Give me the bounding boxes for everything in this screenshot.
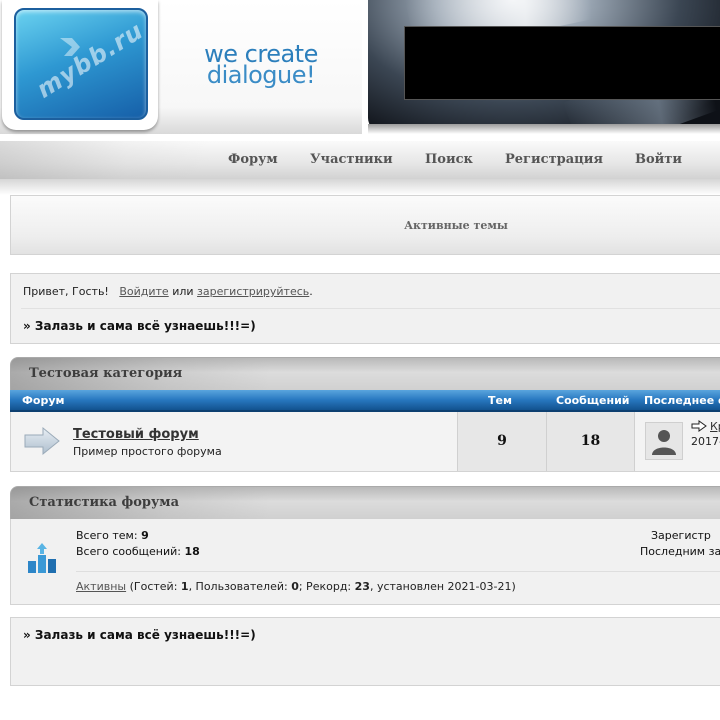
main-nav: Форум Участники Поиск Регистрация Войти <box>0 140 720 180</box>
users-count: 0 <box>291 580 299 593</box>
statistics-chart-icon <box>28 543 56 573</box>
stats-header: Статистика форума <box>10 486 720 519</box>
forum-arrow-icon <box>24 426 60 456</box>
nav-decoration <box>0 141 210 179</box>
last-post-date: 2017- <box>691 435 720 448</box>
stat-total-topics: Всего тем: 9 <box>76 529 149 542</box>
column-topics: Тем <box>488 394 512 407</box>
active-topics-box: Активные темы <box>10 195 720 255</box>
category-header: Тестовая категория <box>10 357 720 390</box>
record-date: , установлен 2021-03-21) <box>369 580 516 593</box>
forum-topics-count: 9 <box>457 412 546 471</box>
user-silhouette-icon <box>652 430 676 455</box>
nav-members[interactable]: Участники <box>310 152 393 167</box>
avatar <box>645 422 683 460</box>
register-link[interactable]: зарегистрируйтесь <box>197 285 309 298</box>
go-to-post-icon[interactable] <box>691 420 707 432</box>
period-text: . <box>309 285 313 298</box>
stats-title: Статистика форума <box>29 495 179 510</box>
column-forum: Форум <box>22 394 65 407</box>
guests-count: 1 <box>180 580 189 593</box>
stat-value: 9 <box>141 529 149 542</box>
last-post-author-link[interactable]: Кр <box>710 420 720 433</box>
nav-search[interactable]: Поиск <box>425 152 473 167</box>
header-banner <box>368 0 720 132</box>
stat-total-posts: Всего сообщений: 18 <box>76 545 200 558</box>
logo-frame: mybb.ru <box>2 0 158 130</box>
stat-label: Всего тем: <box>76 529 138 542</box>
nav-separator <box>0 179 720 195</box>
column-last-post: Последнее с <box>644 394 720 407</box>
category-title[interactable]: Тестовая категория <box>29 366 182 381</box>
nav-register[interactable]: Регистрация <box>505 152 603 167</box>
stat-label: Всего сообщений: <box>76 545 181 558</box>
divider <box>21 308 720 309</box>
active-topics-link[interactable]: Активные темы <box>11 219 720 232</box>
forum-table-header: Форум Тем Сообщений Последнее с <box>10 390 720 412</box>
users-label: , Пользователей: <box>188 580 288 593</box>
stat-registered: Зарегистр <box>651 529 711 542</box>
nav-forum[interactable]: Форум <box>228 152 278 167</box>
stat-last-registered: Последним за <box>640 545 720 558</box>
forum-description: Пример простого форума <box>73 445 222 458</box>
divider <box>76 571 720 572</box>
greeting-text: Привет, Гость! <box>23 285 109 298</box>
nav-login[interactable]: Войти <box>635 152 682 167</box>
welcome-box: Привет, Гость! Войдите или зарегистрируй… <box>10 273 720 344</box>
stat-value: 18 <box>184 545 200 558</box>
stats-box: Всего тем: 9 Всего сообщений: 18 Зарегис… <box>10 519 720 605</box>
welcome-line: Привет, Гость! Войдите или зарегистрируй… <box>23 285 313 298</box>
announcement-text: » Залазь и сама всё узнаешь!!!=) <box>23 628 256 642</box>
column-posts: Сообщений <box>556 394 630 407</box>
online-stats: Активны (Гостей: 1, Пользователей: 0; Ре… <box>76 580 516 593</box>
forum-row: Тестовый форум Пример простого форума 9 … <box>10 412 720 472</box>
tagline: we create dialogue! <box>196 42 326 89</box>
forum-posts-count: 18 <box>546 412 634 471</box>
last-post-cell: Кр 2017- <box>634 412 720 471</box>
banner-screen <box>404 26 720 100</box>
record-count: 23 <box>354 580 370 593</box>
record-label: ; Рекорд: <box>298 580 352 593</box>
site-header: mybb.ru we create dialogue! <box>0 0 720 140</box>
logo-panel: mybb.ru we create dialogue! <box>0 0 362 134</box>
guests-label: (Гостей: <box>129 580 178 593</box>
forum-title-link[interactable]: Тестовый форум <box>73 427 199 442</box>
or-text: или <box>172 285 194 298</box>
online-link[interactable]: Активны <box>76 580 126 593</box>
site-logo[interactable]: mybb.ru <box>14 8 148 120</box>
logo-text: mybb.ru <box>31 16 148 104</box>
banner-shadow <box>368 124 720 134</box>
tagline-line-2: dialogue! <box>206 61 316 89</box>
announcement-box: » Залазь и сама всё узнаешь!!!=) <box>10 617 720 686</box>
announcement-text: » Залазь и сама всё узнаешь!!!=) <box>23 319 256 333</box>
login-link[interactable]: Войдите <box>119 285 168 298</box>
